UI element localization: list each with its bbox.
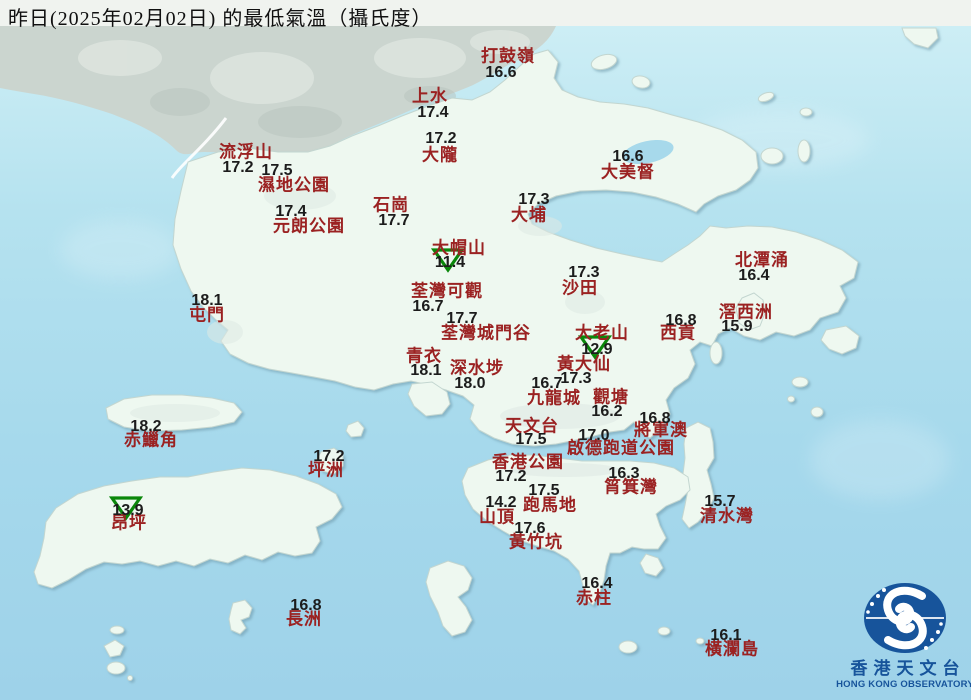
station-min-temp-value: 17.2	[425, 130, 457, 147]
station-min-temp-value: 16.8	[665, 312, 697, 329]
station-min-temp-value: 16.1	[710, 627, 742, 644]
station-min-temp-value: 16.4	[738, 267, 770, 284]
station-min-temp-value: 16.6	[485, 64, 517, 81]
station-min-temp-value: 17.7	[378, 212, 410, 229]
station-min-temp-value: 15.9	[721, 318, 753, 335]
station-min-temp-value: 16.8	[639, 410, 671, 427]
station-min-temp-value: 17.5	[261, 162, 293, 179]
hong-kong-map	[0, 0, 971, 700]
station-min-temp-value: 15.7	[704, 493, 736, 510]
hko-logo: 香港天文台 HONG KONG OBSERVATORY	[832, 578, 971, 691]
station-min-temp-value: 16.4	[581, 575, 613, 592]
hko-logo-name-zh: 香港天文台	[850, 659, 966, 678]
station-name: 九龍城	[527, 388, 581, 408]
station-min-temp-value: 17.2	[495, 468, 527, 485]
station-min-temp-value: 17.4	[275, 203, 307, 220]
station-min-temp-value: 17.2	[313, 448, 345, 465]
station-min-temp-value: 16.3	[608, 465, 640, 482]
station-name: 沙田	[562, 278, 598, 298]
station-min-temp-value: 17.0	[578, 427, 610, 444]
station-min-temp-value: 18.0	[454, 375, 486, 392]
station-name: 大隴	[422, 145, 458, 165]
station-min-temp-value: 17.2	[222, 159, 254, 176]
station-min-temp-value: 17.7	[446, 310, 478, 327]
page-title: 昨日(2025年02月02日) 的最低氣溫（攝氏度）	[8, 8, 433, 30]
station-min-temp-value: 17.4	[417, 104, 449, 121]
station-min-temp-value: 14.2	[485, 494, 517, 511]
station-name: 荃灣可觀	[411, 281, 483, 301]
station-name: 元朗公園	[273, 216, 345, 236]
station-name: 大老山	[575, 323, 629, 343]
hko-min-temp-map-page: 昨日(2025年02月02日) 的最低氣溫（攝氏度） 打鼓嶺 16.6 上水 17.4…	[0, 0, 971, 700]
station-min-temp-value: 13.9	[112, 502, 144, 519]
station-name: 深水埗	[450, 358, 504, 378]
station-min-temp-value: 17.5	[528, 482, 560, 499]
station-name: 打鼓嶺	[481, 46, 535, 66]
station-min-temp-value: 16.7	[412, 298, 444, 315]
station-name: 上水	[412, 86, 448, 106]
station-min-temp-value: 11.4	[434, 254, 466, 271]
station-min-temp-value: 12.9	[581, 341, 613, 358]
station-name: 清水灣	[700, 506, 754, 526]
station-name: 大埔	[511, 205, 547, 225]
station-name: 北潭涌	[735, 250, 789, 270]
station-min-temp-value: 16.6	[612, 148, 644, 165]
station-name: 山頂	[479, 507, 515, 527]
station-name: 石崗	[373, 195, 409, 215]
station-min-temp-value: 16.8	[290, 597, 322, 614]
station-min-temp-value: 17.3	[560, 370, 592, 387]
station-min-temp-value: 17.6	[514, 520, 546, 537]
station-name: 流浮山	[219, 142, 273, 162]
station-name: 濕地公園	[258, 175, 330, 195]
station-name: 大美督	[601, 162, 655, 182]
station-min-temp-value: 17.3	[518, 191, 550, 208]
station-min-temp-value: 16.2	[591, 403, 623, 420]
station-min-temp-value: 16.7	[531, 375, 563, 392]
station-min-temp-value: 17.3	[568, 264, 600, 281]
station-min-temp-value: 18.2	[130, 418, 162, 435]
station-min-temp-value: 18.1	[191, 292, 223, 309]
hko-logo-name-en: HONG KONG OBSERVATORY	[836, 678, 971, 690]
station-min-temp-value: 17.5	[515, 431, 547, 448]
station-name: 跑馬地	[523, 495, 577, 515]
station-min-temp-value: 18.1	[410, 362, 442, 379]
station-name: 屯門	[189, 305, 225, 325]
station-name: 赤柱	[576, 588, 612, 608]
station-name: 荃灣城門谷	[441, 323, 531, 343]
